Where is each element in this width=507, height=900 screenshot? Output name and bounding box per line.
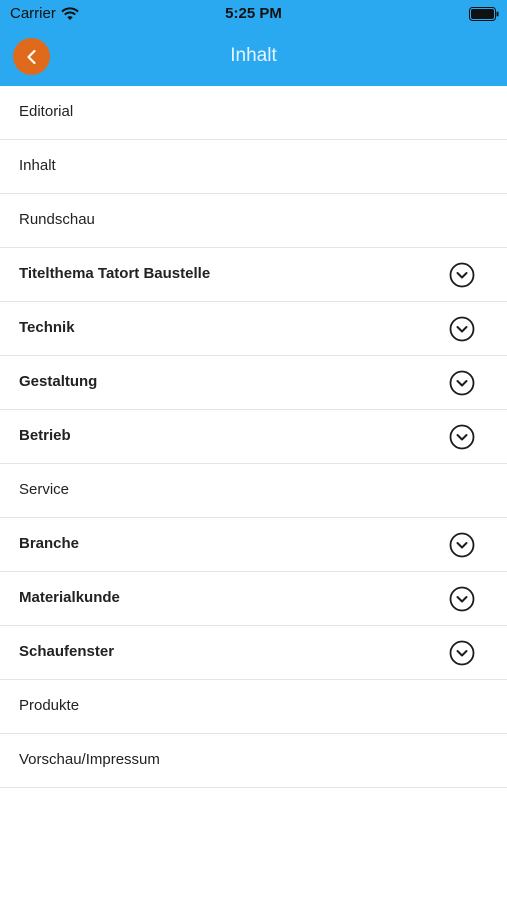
status-time: 5:25 PM [225,5,282,22]
chevron-down-circle-icon[interactable] [449,586,475,612]
list-item[interactable]: Service [0,464,507,518]
list-item-label: Titelthema Tatort Baustelle [19,265,211,282]
chevron-down-circle-icon[interactable] [449,640,475,666]
list-item[interactable]: Technik [0,302,507,356]
chevron-down-circle-icon[interactable] [449,316,475,342]
list-item-label: Service [19,481,70,498]
contents-list: Editorial Inhalt Rundschau Titelthema Tator… [0,86,507,788]
chevron-down-circle-icon[interactable] [449,532,475,558]
list-item-label: Gestaltung [19,373,98,390]
list-item[interactable]: Vorschau/Impressum [0,734,507,788]
list-item[interactable]: Produkte [0,680,507,734]
chevron-down-circle-icon[interactable] [449,262,475,288]
list-item[interactable]: Branche [0,518,507,572]
list-item[interactable]: Betrieb [0,410,507,464]
list-item-label: Produkte [19,697,80,714]
list-item[interactable]: Gestaltung [0,356,507,410]
list-item-label: Technik [19,319,75,336]
battery-icon [469,7,499,21]
list-item-label: Betrieb [19,427,71,444]
list-item[interactable]: Rundschau [0,194,507,248]
list-item[interactable]: Editorial [0,86,507,140]
page-title: Inhalt [230,45,277,66]
list-item[interactable]: Titelthema Tatort Baustelle [0,248,507,302]
navigation-bar: Inhalt [0,28,507,86]
list-item[interactable]: Inhalt [0,140,507,194]
list-item[interactable]: Schaufenster [0,626,507,680]
list-item-label: Rundschau [19,211,95,228]
app-header: Carrier 5:25 PM Inhalt [0,0,507,86]
list-item-label: Materialkunde [19,589,120,606]
list-item-label: Branche [19,535,80,552]
list-item[interactable]: Materialkunde [0,572,507,626]
status-bar: Carrier 5:25 PM [0,0,507,28]
list-item-label: Schaufenster [19,643,115,660]
chevron-down-circle-icon[interactable] [449,370,475,396]
list-item-label: Inhalt [19,157,56,174]
list-item-label: Editorial [19,103,74,120]
chevron-down-circle-icon[interactable] [449,424,475,450]
list-item-label: Vorschau/Impressum [19,751,160,768]
